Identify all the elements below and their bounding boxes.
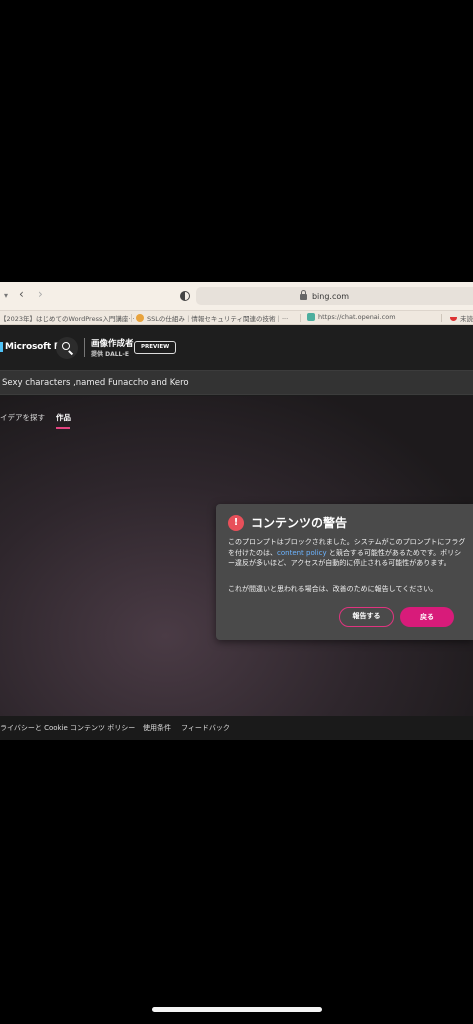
back-icon[interactable]: ‹ <box>19 287 24 301</box>
content-warning-dialog: ! コンテンツの警告 このプロンプトはブロックされました。システムがこのプロンプ… <box>216 504 473 640</box>
bookmark-item[interactable]: https://chat.openai.com <box>307 313 396 321</box>
footer-link-feedback[interactable]: フィードバック <box>181 723 230 733</box>
tab-dropdown-icon[interactable]: ▾ <box>4 291 8 300</box>
page-footer: ライバシーと Cookie コンテンツ ポリシー 使用条件 フィードバック <box>0 716 473 740</box>
microsoft-logo-icon <box>0 342 3 352</box>
chatgpt-favicon-icon <box>307 313 315 321</box>
privacy-shield-icon[interactable] <box>180 291 190 301</box>
footer-link-content-policy[interactable]: コンテンツ ポリシー <box>70 723 135 733</box>
image-creator-title: 画像作成者 <box>91 339 134 349</box>
dialog-body: このプロンプトはブロックされました。システムがこのプロンプトにフラグを付けたのは… <box>228 538 466 567</box>
browser-toolbar: ▾ ‹ › bing.com <box>0 282 473 310</box>
phone-screen: ▾ ‹ › bing.com 【2023年】はじめてのWordPress入門講座… <box>0 0 473 1024</box>
bookmark-divider <box>131 314 132 322</box>
bookmarks-bar: 【2023年】はじめてのWordPress入門講座··· SSLの仕組み｜情報セ… <box>0 310 473 325</box>
home-indicator[interactable] <box>152 1007 322 1012</box>
footer-link-terms[interactable]: 使用条件 <box>143 723 171 733</box>
bookmark-favicon-icon <box>136 314 144 322</box>
tab-creations[interactable]: 作品 <box>56 412 71 423</box>
back-button[interactable]: 戻る <box>400 607 454 627</box>
dialog-title: コンテンツの警告 <box>251 516 348 530</box>
tab-explore-ideas[interactable]: イデアを探す <box>0 412 45 423</box>
bookmark-divider <box>441 314 442 322</box>
footer-link-privacy[interactable]: ライバシーと Cookie <box>0 723 68 733</box>
bing-page: Microsoft Bing 画像作成者 提供 DALL-E PREVIEW S… <box>0 325 473 740</box>
bing-header: Microsoft Bing 画像作成者 提供 DALL-E PREVIEW <box>0 325 473 370</box>
active-tab-indicator <box>56 427 70 429</box>
mail-favicon-icon <box>450 317 457 321</box>
bookmark-item[interactable]: 【2023年】はじめてのWordPress入門講座··· <box>0 313 135 323</box>
forward-icon[interactable]: › <box>38 287 43 301</box>
main-content: イデアを探す 作品 ! コンテンツの警告 このプロンプトはブロックされました。シ… <box>0 396 473 716</box>
url-text: bing.com <box>311 291 350 301</box>
dialog-report-note: これが間違いと思われる場合は、改善のために報告してください。 <box>228 585 438 593</box>
address-bar[interactable]: bing.com <box>196 287 473 305</box>
prompt-input[interactable]: Sexy characters ,named Funaccho and Kero <box>0 370 473 395</box>
search-icon <box>62 342 70 350</box>
bookmark-item[interactable]: 未読 ( <box>450 313 473 323</box>
lock-icon <box>299 290 307 300</box>
header-divider <box>84 338 85 357</box>
bookmark-divider <box>300 314 301 322</box>
image-creator-subtitle: 提供 DALL-E <box>91 351 129 358</box>
preview-badge: PREVIEW <box>134 341 177 354</box>
report-button[interactable]: 報告する <box>339 607 394 627</box>
search-button[interactable] <box>56 337 78 359</box>
content-policy-link[interactable]: content policy <box>277 549 327 557</box>
warning-icon: ! <box>228 515 244 531</box>
bookmark-item[interactable]: SSLの仕組み｜情報セキュリティ関連の技術｜··· <box>136 313 288 323</box>
prompt-text: Sexy characters ,named Funaccho and Kero <box>2 378 189 388</box>
